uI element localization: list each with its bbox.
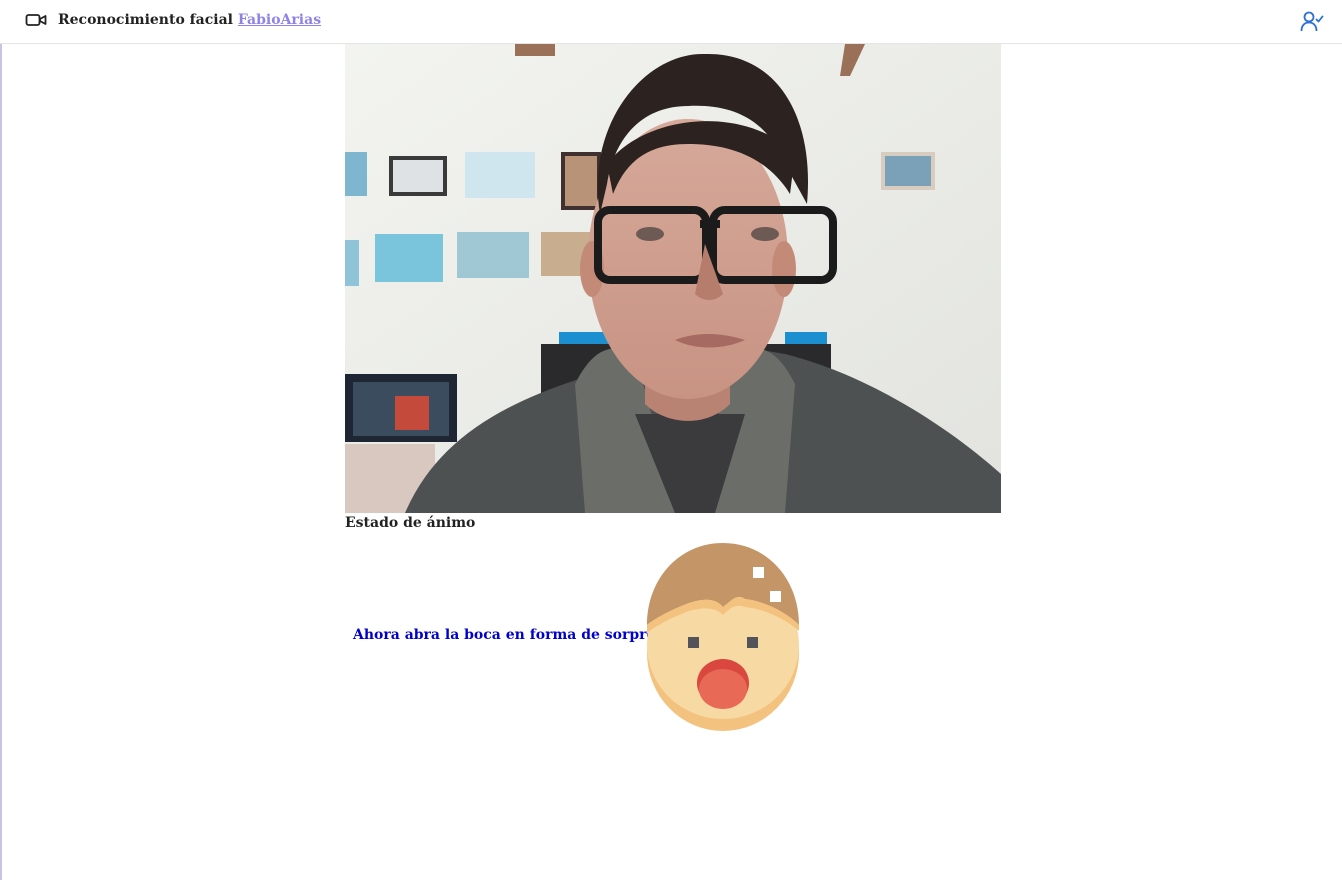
top-navbar: Reconocimiento facial FabioArias [0, 0, 1342, 44]
brand: Reconocimiento facial FabioArias [58, 12, 321, 28]
instruction-text: Ahora abra la boca en forma de sorprensa [353, 627, 683, 643]
mood-label: Estado de ánimo [345, 515, 476, 531]
webcam-frame [345, 44, 1001, 513]
app-title: Reconocimiento facial [58, 12, 233, 28]
left-edge-border [0, 0, 2, 880]
user-check-icon[interactable] [1300, 10, 1324, 32]
user-name-link[interactable]: FabioArias [238, 12, 321, 28]
video-camera-icon [25, 14, 47, 26]
surprised-face-icon [647, 543, 799, 731]
webcam-feed [345, 44, 1001, 513]
